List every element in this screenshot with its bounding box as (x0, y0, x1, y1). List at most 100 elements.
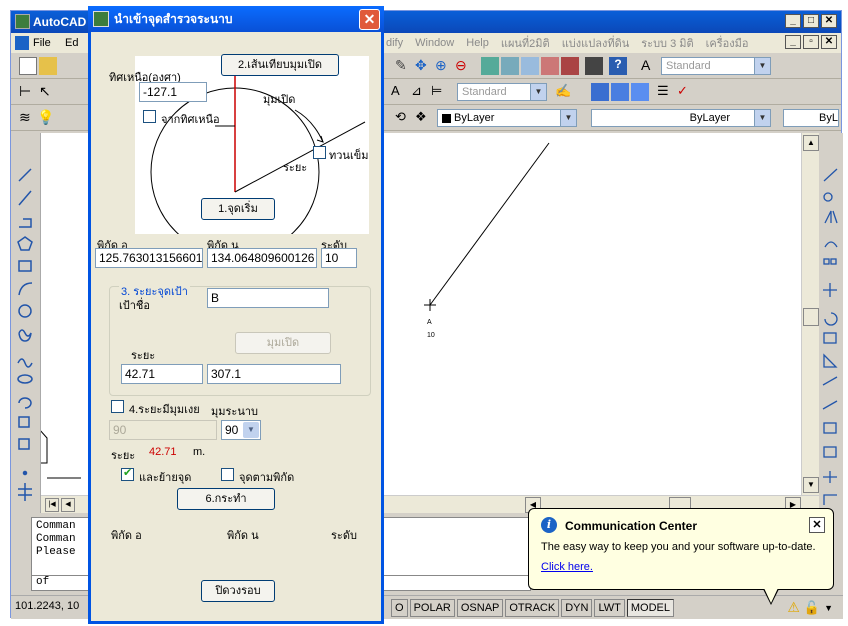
model-toggle[interactable]: MODEL (626, 599, 674, 617)
make-current-icon[interactable]: ❖ (415, 109, 433, 127)
mdi-minimize-icon[interactable]: _ (785, 35, 801, 49)
sheet-set-icon[interactable] (541, 57, 559, 75)
dim-style-manager-icon[interactable]: ✍ (555, 83, 573, 101)
chevron-down-icon[interactable]: ▼ (243, 422, 259, 438)
dim-style-combo[interactable]: Standard ▼ (457, 83, 547, 101)
copy-icon[interactable] (823, 192, 833, 202)
linetype-combo[interactable]: ByLayer ▼ (591, 109, 771, 127)
execute-button[interactable]: 6.กระทำ (177, 488, 275, 510)
balloon-link[interactable]: Click here. (541, 561, 593, 573)
slope-distance-checkbox[interactable] (111, 400, 124, 413)
start-point-button[interactable]: 1.จุดเริ่ม (201, 198, 275, 220)
polyline-icon[interactable] (19, 218, 32, 228)
break-icon[interactable] (823, 422, 837, 434)
menu-modify[interactable]: dify (386, 37, 403, 49)
extend-icon[interactable] (822, 400, 838, 410)
dim-text-edit-icon[interactable]: A (391, 83, 409, 101)
point-icon[interactable] (22, 470, 28, 476)
layout-icon-3[interactable] (631, 83, 649, 101)
open-file-icon[interactable] (39, 57, 57, 75)
scroll-thumb[interactable] (803, 308, 819, 326)
tool-palettes-icon[interactable] (521, 57, 539, 75)
list-icon[interactable]: ☰ (657, 83, 675, 101)
osnap-toggle[interactable]: OSNAP (456, 599, 504, 617)
hatch-icon[interactable] (18, 483, 32, 501)
maximize-icon[interactable]: □ (803, 14, 819, 28)
join-icon[interactable] (823, 446, 837, 458)
calculator-icon[interactable] (585, 57, 603, 75)
polygon-icon[interactable] (17, 236, 33, 251)
pan-icon[interactable]: ✥ (415, 57, 433, 75)
offset-icon[interactable] (824, 241, 838, 248)
mdi-close-icon[interactable]: ✕ (821, 35, 837, 49)
chevron-down-icon[interactable]: ▼ (560, 110, 576, 126)
vertical-scrollbar[interactable]: ▲ ▼ (801, 133, 819, 495)
text-style-combo[interactable]: Standard ▼ (661, 57, 771, 75)
rotate-icon[interactable] (824, 312, 838, 326)
new-file-icon[interactable] (19, 57, 37, 75)
menu-subdivide[interactable]: แบ่งแปลงที่ดิน (562, 34, 630, 52)
scale-icon[interactable] (823, 332, 837, 344)
array-icon[interactable] (823, 258, 830, 265)
slope-input[interactable]: 90 (109, 420, 217, 440)
minimize-icon[interactable]: _ (785, 14, 801, 28)
arc-icon[interactable] (18, 282, 33, 296)
document-icon[interactable] (15, 36, 29, 50)
plane-angle-select[interactable]: 90 ▼ (221, 420, 261, 440)
easting-input[interactable]: 125.763013156601 (95, 248, 203, 268)
mark-icon[interactable]: ✓ (677, 83, 695, 101)
chevron-down-icon[interactable]: ▼ (530, 84, 546, 100)
lineweight-combo[interactable]: ByL (783, 109, 839, 127)
zoom-realtime-icon[interactable]: ⊕ (435, 57, 453, 75)
zoom-previous-icon[interactable]: ⊖ (455, 57, 473, 75)
text-style-icon[interactable]: A (641, 57, 659, 75)
revision-cloud-icon[interactable] (18, 329, 32, 342)
design-center-icon[interactable] (501, 57, 519, 75)
fillet-icon[interactable] (823, 494, 837, 505)
northing-input[interactable]: 134.064809600126 (207, 248, 317, 268)
layer-previous-icon[interactable]: ⟲ (395, 109, 413, 127)
by-coordinate-checkbox[interactable] (221, 468, 234, 481)
dialog-close-icon[interactable]: ✕ (359, 9, 380, 30)
balloon-close-icon[interactable]: ✕ (809, 517, 825, 533)
menu-tools[interactable]: เครื่องมือ (706, 34, 749, 52)
from-north-checkbox[interactable] (143, 110, 156, 123)
polar-toggle[interactable]: POLAR (409, 599, 455, 617)
open-line-button[interactable]: 2.เส้นเทียบมุมเปิด (221, 54, 339, 76)
close-icon[interactable]: ✕ (821, 14, 837, 28)
insert-block-icon[interactable] (18, 416, 30, 428)
angle-input[interactable]: 307.1 (207, 364, 341, 384)
warning-icon[interactable]: ⚠ (787, 599, 800, 616)
close-traverse-button[interactable]: ปิดวงรอบ (201, 580, 275, 602)
menu-3d[interactable]: ระบบ 3 มิติ (641, 34, 693, 52)
dim-tedit-icon[interactable]: ⊿ (411, 83, 429, 101)
make-block-icon[interactable] (18, 438, 30, 450)
lock-icon[interactable]: 🔓 (804, 600, 820, 616)
spline-icon[interactable] (17, 358, 33, 368)
trim-icon[interactable] (822, 376, 838, 386)
mdi-restore-icon[interactable]: ▫ (803, 35, 819, 49)
properties-icon[interactable] (481, 57, 499, 75)
azimuth-input[interactable]: -127.1 (139, 82, 207, 102)
tray-menu-chevron-icon[interactable]: ▼ (824, 603, 833, 613)
dyn-toggle[interactable]: DYN (561, 599, 593, 617)
first-tab-icon[interactable]: |◀ (45, 498, 59, 512)
layout-icon-1[interactable] (591, 83, 609, 101)
distance-input[interactable]: 42.71 (121, 364, 203, 384)
lwt-toggle[interactable]: LWT (594, 599, 625, 617)
layout-icon-2[interactable] (611, 83, 629, 101)
circle-icon[interactable] (18, 304, 32, 318)
menu-file[interactable]: File (33, 37, 51, 49)
counterclockwise-checkbox[interactable] (313, 146, 326, 159)
move-icon[interactable] (823, 283, 837, 297)
dim-update-icon[interactable]: ⊨ (431, 83, 449, 101)
construction-line-icon[interactable] (18, 190, 32, 206)
chevron-down-icon[interactable]: ▼ (754, 58, 770, 74)
menu-2d-map[interactable]: แผนที่2มิติ (501, 34, 550, 52)
line-icon[interactable] (18, 168, 32, 182)
layer-manager-icon[interactable]: ≋ (19, 109, 37, 127)
target-name-input[interactable]: B (207, 288, 329, 308)
menu-help[interactable]: Help (466, 37, 489, 49)
linear-dimension-icon[interactable]: ⊢ (19, 83, 37, 101)
help-icon[interactable]: ? (609, 57, 627, 75)
